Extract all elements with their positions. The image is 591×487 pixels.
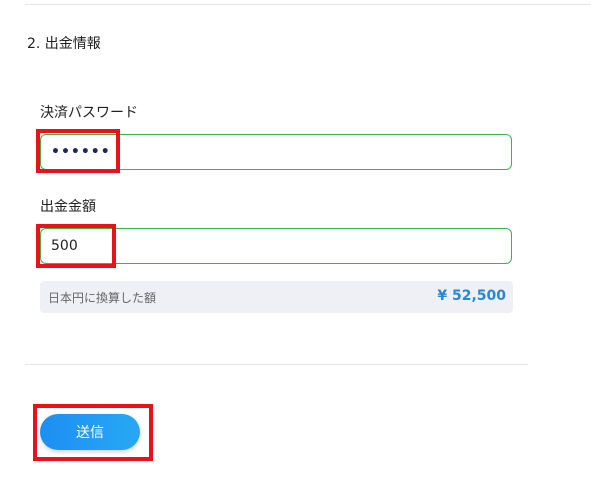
conversion-value: ¥ 52,500 bbox=[437, 288, 506, 304]
section-divider bbox=[25, 364, 528, 365]
password-input[interactable] bbox=[40, 134, 512, 170]
conversion-label: 日本円に換算した額 bbox=[48, 291, 157, 305]
amount-label: 出金金額 bbox=[40, 199, 96, 215]
conversion-box: 日本円に換算した額 ¥ 52,500 bbox=[40, 281, 513, 313]
password-label: 決済パスワード bbox=[40, 105, 138, 121]
top-divider bbox=[25, 4, 591, 5]
submit-button[interactable]: 送信 bbox=[40, 414, 140, 450]
amount-input[interactable] bbox=[40, 228, 512, 264]
section-title: 2. 出金情報 bbox=[27, 36, 101, 52]
